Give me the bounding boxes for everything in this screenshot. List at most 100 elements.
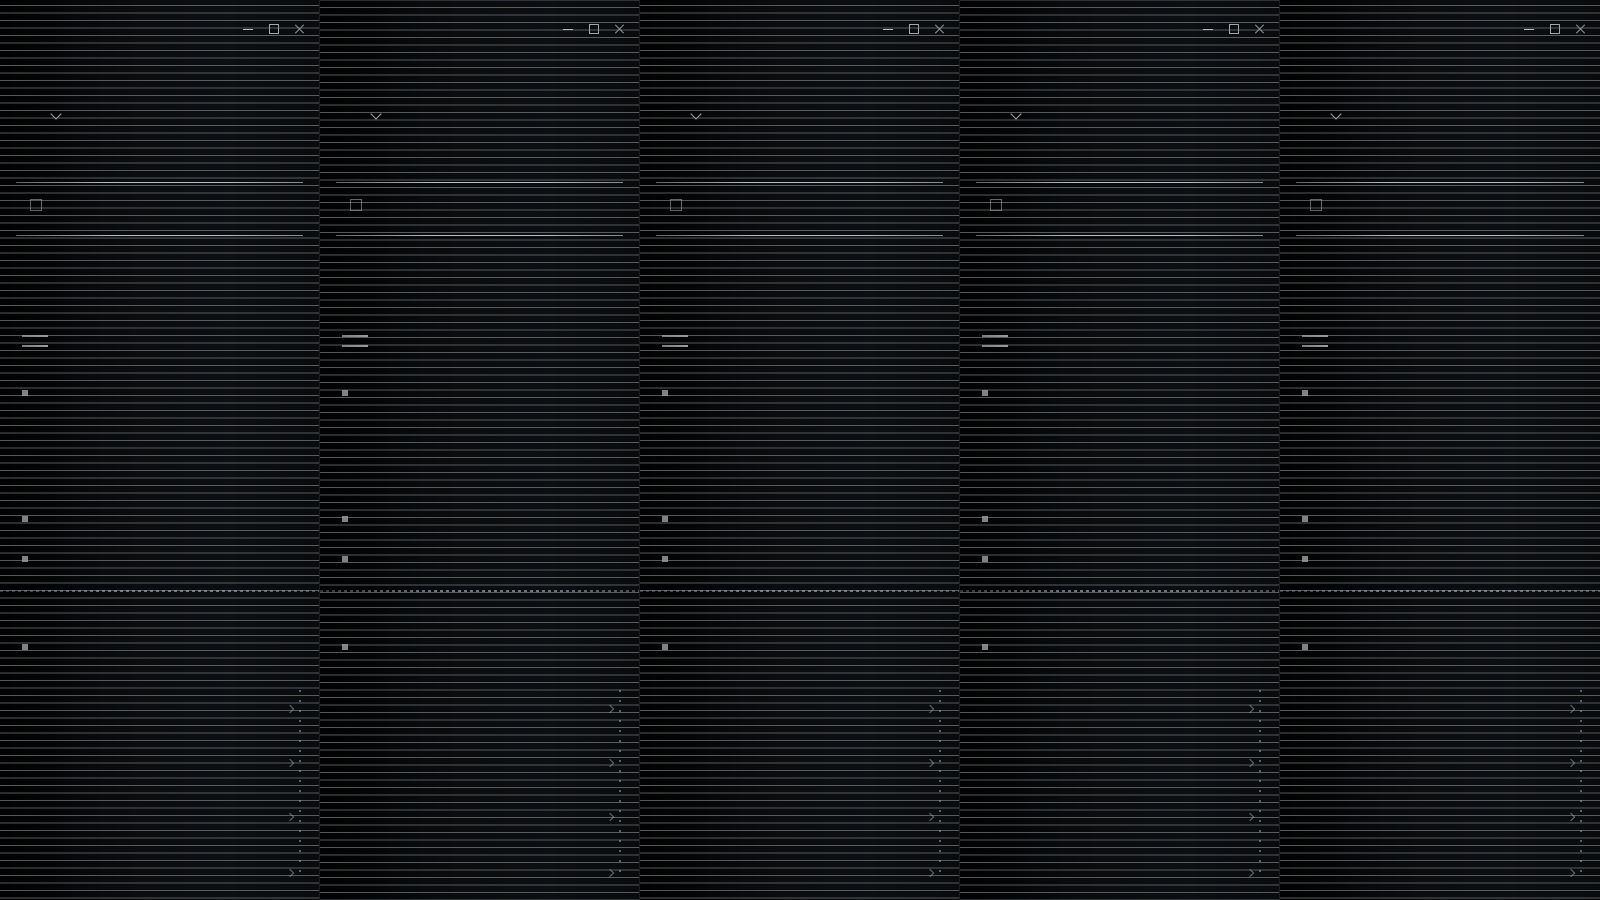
minimize-icon[interactable]	[243, 24, 253, 34]
toggle-icon[interactable]	[342, 335, 368, 347]
close-icon[interactable]	[615, 24, 625, 34]
chevron-right-icon	[605, 868, 615, 878]
chevron-right-icon	[925, 868, 935, 878]
minimize-icon[interactable]	[1524, 24, 1534, 34]
scrollbar-track[interactable]	[939, 690, 941, 880]
toggle-row[interactable]	[982, 330, 1257, 352]
list-item[interactable]	[34, 698, 299, 728]
list-item[interactable]	[1314, 752, 1580, 782]
window-controls	[563, 24, 625, 34]
page-heading	[978, 104, 1022, 120]
list-row[interactable]	[982, 636, 1257, 658]
list-item[interactable]	[674, 698, 939, 728]
summary-card[interactable]	[336, 182, 623, 236]
summary-card[interactable]	[16, 182, 303, 236]
toggle-row[interactable]	[342, 330, 617, 352]
window-panel	[640, 0, 960, 900]
checkbox-icon[interactable]	[1310, 199, 1322, 211]
title-bar	[1280, 18, 1600, 40]
list-item[interactable]	[1314, 862, 1580, 892]
list-item[interactable]	[34, 806, 299, 836]
list-item[interactable]	[674, 752, 939, 782]
maximize-icon[interactable]	[1550, 24, 1560, 34]
list-row[interactable]	[22, 508, 297, 530]
list-row[interactable]	[22, 636, 297, 658]
maximize-icon[interactable]	[269, 24, 279, 34]
summary-card[interactable]	[976, 182, 1263, 236]
list-item[interactable]	[354, 862, 619, 892]
toggle-row[interactable]	[22, 330, 297, 352]
scrollbar-track[interactable]	[1580, 690, 1582, 880]
summary-card[interactable]	[656, 182, 943, 236]
toggle-icon[interactable]	[22, 335, 48, 347]
bullet-icon	[1302, 556, 1308, 562]
close-icon[interactable]	[1576, 24, 1586, 34]
list-row[interactable]	[1302, 508, 1578, 530]
bullet-icon	[982, 390, 988, 396]
scrollbar-track[interactable]	[299, 690, 301, 880]
list-row[interactable]	[1302, 382, 1578, 404]
toggle-row[interactable]	[662, 330, 937, 352]
list-row[interactable]	[662, 382, 937, 404]
checkbox-icon[interactable]	[990, 199, 1002, 211]
close-icon[interactable]	[1255, 24, 1265, 34]
scrollbar-track[interactable]	[619, 690, 621, 880]
checkbox-icon[interactable]	[30, 199, 42, 211]
list-item[interactable]	[34, 752, 299, 782]
maximize-icon[interactable]	[1229, 24, 1239, 34]
list-item[interactable]	[354, 752, 619, 782]
list-item[interactable]	[354, 698, 619, 728]
toggle-icon[interactable]	[662, 335, 688, 347]
list-row[interactable]	[982, 548, 1257, 570]
page-heading	[338, 104, 382, 120]
list-row[interactable]	[22, 548, 297, 570]
close-icon[interactable]	[935, 24, 945, 34]
list-row[interactable]	[342, 508, 617, 530]
list-item[interactable]	[674, 862, 939, 892]
list-row[interactable]	[982, 508, 1257, 530]
close-icon[interactable]	[295, 24, 305, 34]
minimize-icon[interactable]	[883, 24, 893, 34]
bullet-icon	[662, 516, 668, 522]
list-item[interactable]	[1314, 698, 1580, 728]
minimize-icon[interactable]	[563, 24, 573, 34]
list-row[interactable]	[982, 382, 1257, 404]
toggle-row[interactable]	[1302, 330, 1578, 352]
summary-card[interactable]	[1296, 182, 1584, 236]
checkbox-icon[interactable]	[350, 199, 362, 211]
scrollbar-track[interactable]	[1259, 690, 1261, 880]
page-heading	[658, 104, 702, 120]
maximize-icon[interactable]	[909, 24, 919, 34]
list-row[interactable]	[662, 508, 937, 530]
toggle-icon[interactable]	[1302, 335, 1328, 347]
screen-grid	[0, 0, 1600, 900]
list-item[interactable]	[354, 806, 619, 836]
list-item[interactable]	[674, 806, 939, 836]
bullet-icon	[982, 644, 988, 650]
toggle-icon[interactable]	[982, 335, 1008, 347]
list-item[interactable]	[994, 806, 1259, 836]
window-controls	[243, 24, 305, 34]
maximize-icon[interactable]	[589, 24, 599, 34]
list-row[interactable]	[342, 636, 617, 658]
list-item[interactable]	[994, 752, 1259, 782]
list-row[interactable]	[1302, 548, 1578, 570]
list-item[interactable]	[994, 862, 1259, 892]
window-panel	[320, 0, 640, 900]
bullet-icon	[22, 516, 28, 522]
list-item[interactable]	[34, 862, 299, 892]
chevron-right-icon	[925, 704, 935, 714]
checkbox-icon[interactable]	[670, 199, 682, 211]
bullet-icon	[662, 390, 668, 396]
list-row[interactable]	[1302, 636, 1578, 658]
list-row[interactable]	[662, 636, 937, 658]
minimize-icon[interactable]	[1203, 24, 1213, 34]
bullet-icon	[342, 644, 348, 650]
list-item[interactable]	[1314, 806, 1580, 836]
list-row[interactable]	[342, 548, 617, 570]
chevron-right-icon	[285, 868, 295, 878]
list-row[interactable]	[662, 548, 937, 570]
list-row[interactable]	[342, 382, 617, 404]
list-item[interactable]	[994, 698, 1259, 728]
list-row[interactable]	[22, 382, 297, 404]
